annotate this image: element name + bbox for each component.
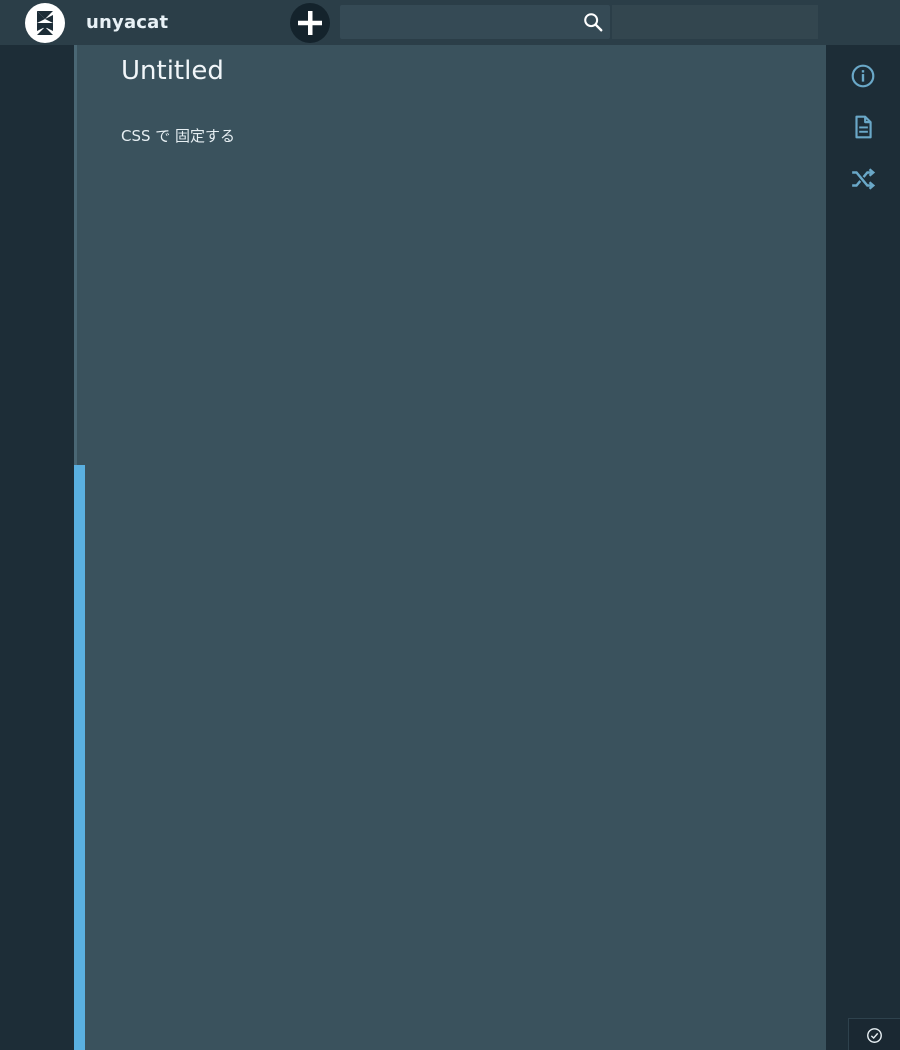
editor-panel[interactable] bbox=[74, 45, 826, 1050]
editor-border bbox=[74, 45, 77, 465]
plus-icon bbox=[298, 11, 322, 35]
document-title[interactable]: Untitled bbox=[121, 56, 224, 86]
search-icon[interactable] bbox=[582, 11, 604, 33]
scroll-indicator[interactable] bbox=[74, 465, 85, 1050]
shuffle-icon[interactable] bbox=[850, 166, 876, 192]
document-body[interactable]: CSS で 固定する bbox=[121, 125, 235, 146]
topbar-spacer bbox=[612, 5, 818, 39]
check-circle-icon bbox=[867, 1028, 882, 1043]
search-input[interactable] bbox=[348, 9, 572, 37]
search-box bbox=[340, 5, 610, 39]
right-rail bbox=[826, 45, 900, 1050]
add-note-button[interactable] bbox=[290, 3, 330, 43]
sync-status[interactable] bbox=[848, 1018, 900, 1050]
document-icon[interactable] bbox=[850, 114, 876, 140]
username-label[interactable]: unyacat bbox=[86, 12, 168, 33]
info-icon[interactable] bbox=[850, 63, 876, 89]
top-bar: unyacat bbox=[0, 0, 900, 45]
app-logo-icon[interactable] bbox=[25, 3, 65, 43]
